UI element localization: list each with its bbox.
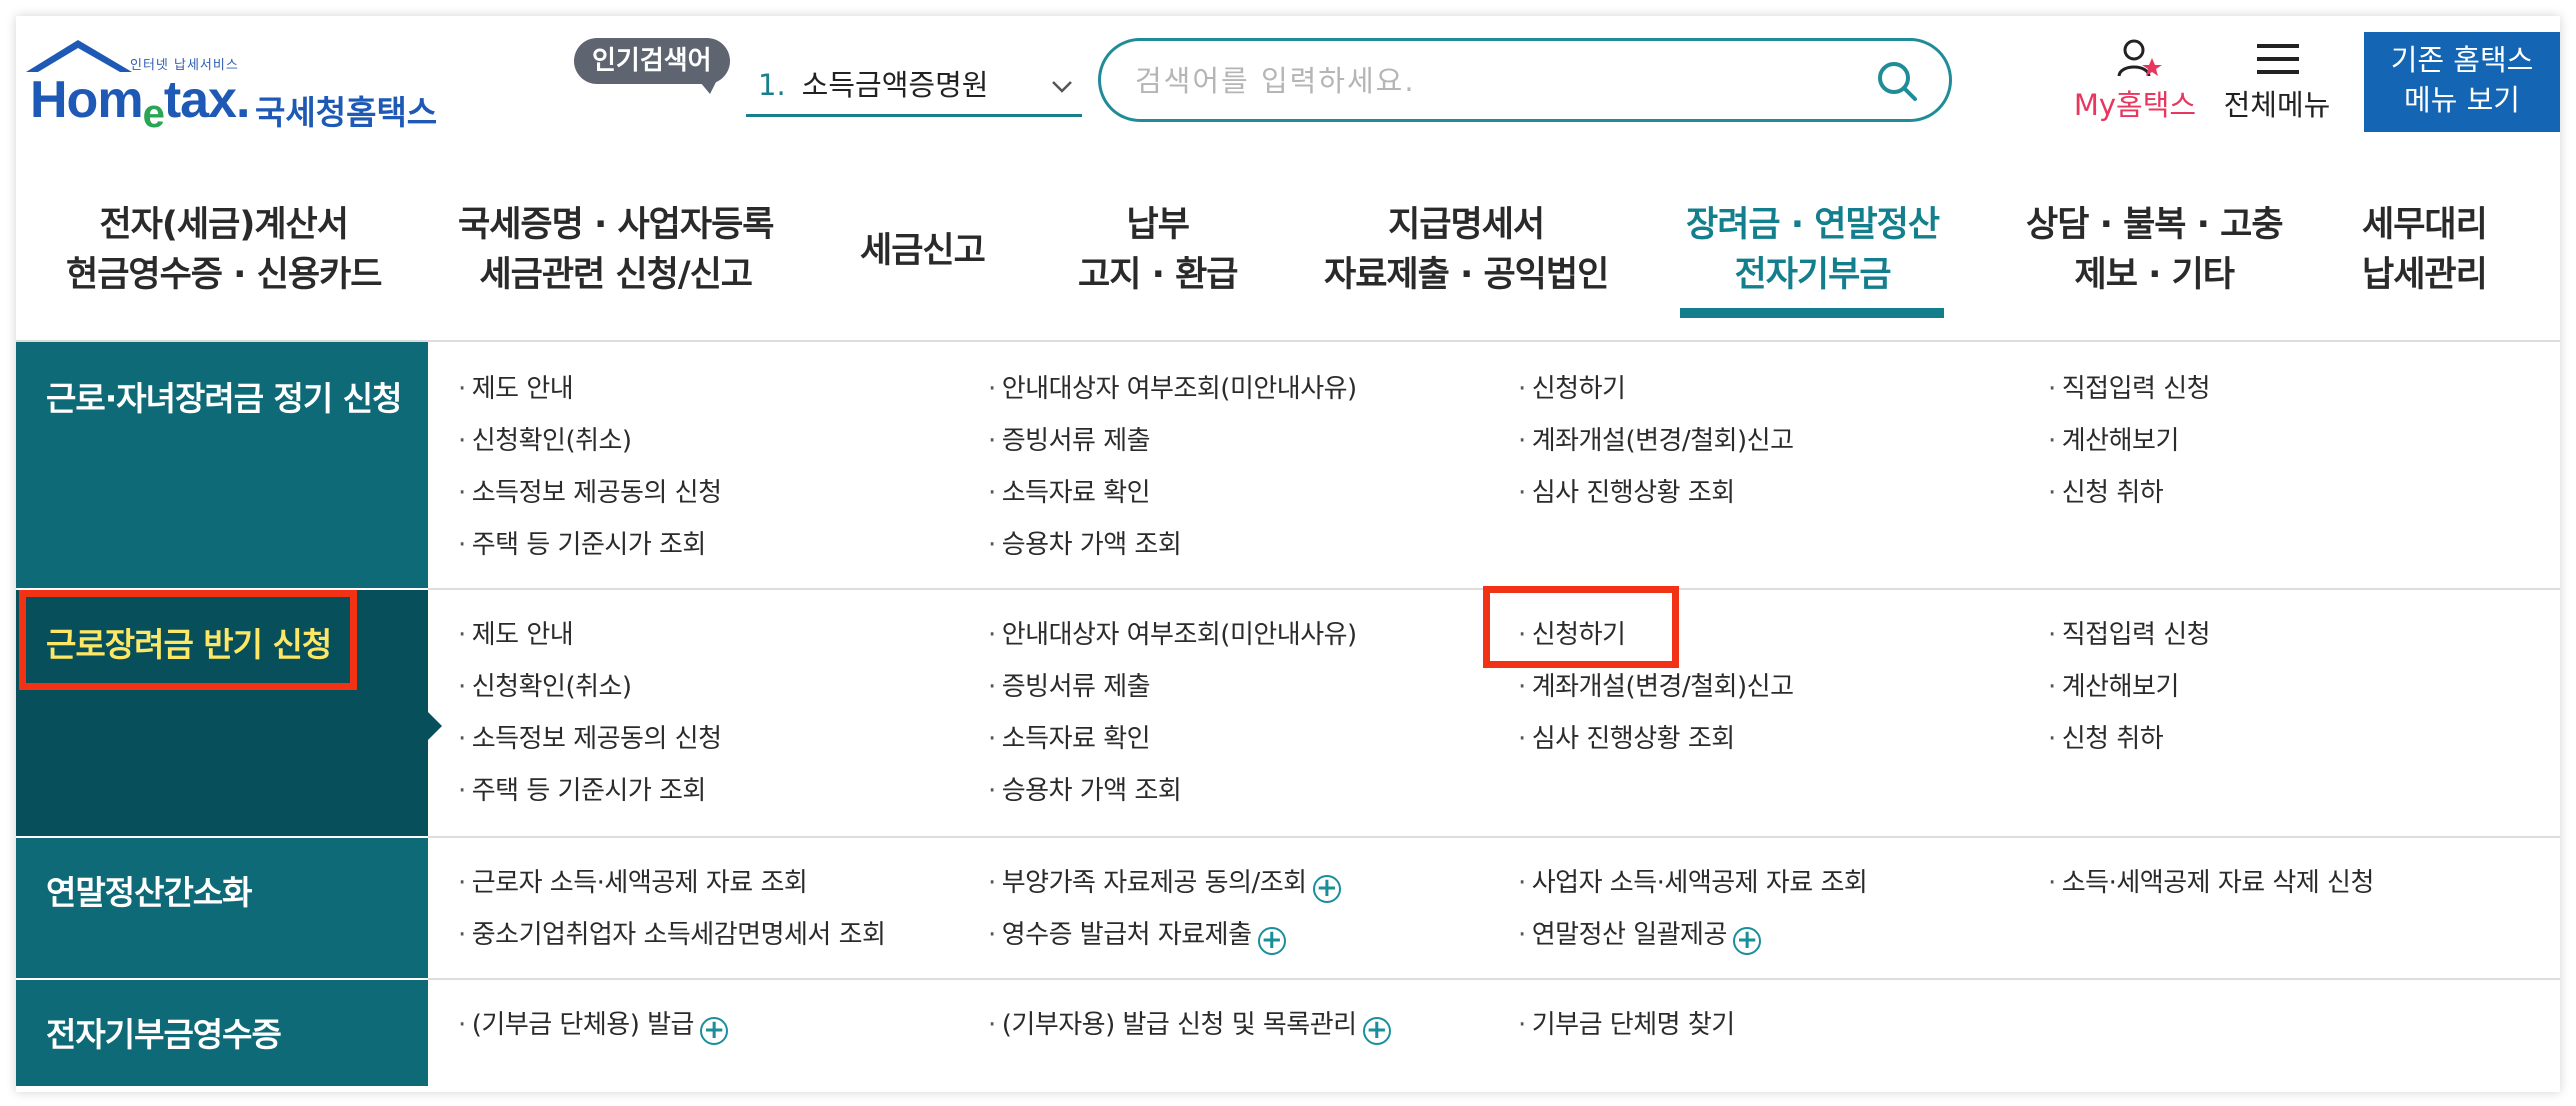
link-system-guide[interactable]: 제도 안내 xyxy=(458,614,574,651)
gnb-label-line2: 납세관리 xyxy=(2362,255,2488,295)
link-apply[interactable]: 신청하기 xyxy=(1518,368,1626,405)
link-eligibility-check[interactable]: 안내대상자 여부조회(미안내사유) xyxy=(988,368,1357,405)
logo-brand-korean: 국세청홈택스 xyxy=(255,93,438,132)
gnb-label-line1: 전자(세금)계산서 xyxy=(99,205,349,245)
gnb-incentive-year-end[interactable]: 장려금 · 연말정산 전자기부금 xyxy=(1686,200,1940,300)
popular-search-rank: 1. xyxy=(758,68,786,102)
gnb-label-line1: 국세증명 · 사업자등록 xyxy=(458,205,774,245)
link-calculate[interactable]: 계산해보기 xyxy=(2048,666,2180,703)
hometax-logo[interactable]: 인터넷 납세서비스 Hometax. 국세청홈택스 xyxy=(20,22,450,136)
category-year-end-simplified[interactable]: 연말정산간소화 xyxy=(16,838,428,978)
gnb-label-line2: 현금영수증 · 신용카드 xyxy=(66,255,382,295)
old-menu-label-line2: 메뉴 보기 xyxy=(2404,83,2520,117)
link-receipt-issuer-submit[interactable]: 영수증 발급처 자료제출+ xyxy=(988,914,1286,955)
row-divider xyxy=(428,588,2560,590)
link-direct-input-apply[interactable]: 직접입력 신청 xyxy=(2048,368,2211,405)
gnb-payment-statement[interactable]: 지급명세서 자료제출 · 공익법인 xyxy=(1324,200,1609,300)
popular-search-badge: 인기검색어 xyxy=(574,38,730,94)
search-icon[interactable] xyxy=(1875,59,1919,103)
plus-circle-icon[interactable]: + xyxy=(1362,1017,1391,1045)
link-apply-confirm-cancel[interactable]: 신청확인(취소) xyxy=(458,666,632,703)
gnb-active-indicator xyxy=(1680,308,1944,318)
category-half-year-incentive[interactable]: 근로장려금 반기 신청 xyxy=(16,590,428,836)
link-eligibility-check[interactable]: 안내대상자 여부조회(미안내사유) xyxy=(988,614,1357,651)
gnb-label-line2: 전자기부금 xyxy=(1734,255,1892,295)
link-withdraw[interactable]: 신청 취하 xyxy=(2048,472,2164,509)
plus-circle-icon[interactable]: + xyxy=(1312,875,1341,903)
link-apply-confirm-cancel[interactable]: 신청확인(취소) xyxy=(458,420,632,457)
all-menu-button[interactable]: 전체메뉴 xyxy=(2212,34,2342,124)
gnb-label-line2: 자료제출 · 공익법인 xyxy=(1324,255,1609,295)
popular-search-term: 소득금액증명원 xyxy=(801,68,989,102)
link-income-consent[interactable]: 소득정보 제공동의 신청 xyxy=(458,472,722,509)
link-delete-deduction-data[interactable]: 소득·세액공제 자료 삭제 신청 xyxy=(2048,862,2375,899)
gnb-label-line1: 세금신고 xyxy=(860,231,986,271)
link-review-status[interactable]: 심사 진행상황 조회 xyxy=(1518,718,1735,755)
row-divider xyxy=(428,836,2560,838)
link-apply[interactable]: 신청하기 xyxy=(1518,614,1626,651)
link-account-report[interactable]: 계좌개설(변경/철회)신고 xyxy=(1518,420,1794,457)
my-hometax-label: My홈택스 xyxy=(2073,88,2197,122)
gnb-consultation[interactable]: 상담 · 불복 · 고충 제보 · 기타 xyxy=(2026,200,2284,300)
plus-circle-icon[interactable]: + xyxy=(699,1017,728,1045)
main-navigation: 전자(세금)계산서 현금영수증 · 신용카드 국세증명 · 사업자등록 세금관련… xyxy=(16,170,2560,342)
gnb-label-line1: 납부 xyxy=(1126,205,1190,245)
link-withdraw[interactable]: 신청 취하 xyxy=(2048,718,2164,755)
gnb-e-tax-invoice[interactable]: 전자(세금)계산서 현금영수증 · 신용카드 xyxy=(66,200,382,300)
gnb-label-line1: 상담 · 불복 · 고충 xyxy=(2026,205,2284,245)
row-divider xyxy=(428,978,2560,980)
link-income-data-check[interactable]: 소득자료 확인 xyxy=(988,472,1151,509)
link-calculate[interactable]: 계산해보기 xyxy=(2048,420,2180,457)
gnb-label-line2: 세금관련 신청/신고 xyxy=(479,255,753,295)
link-direct-input-apply[interactable]: 직접입력 신청 xyxy=(2048,614,2211,651)
link-business-deduction-data[interactable]: 사업자 소득·세액공제 자료 조회 xyxy=(1518,862,1868,899)
logo-brand: Hometax. xyxy=(30,71,250,136)
category-label: 근로장려금 반기 신청 xyxy=(46,625,332,664)
plus-circle-icon[interactable]: + xyxy=(1257,927,1286,955)
link-housing-price[interactable]: 주택 등 기준시가 조회 xyxy=(458,524,707,561)
gnb-tax-agent[interactable]: 세무대리 납세관리 xyxy=(2362,200,2488,300)
gnb-label-line1: 세무대리 xyxy=(2362,205,2488,245)
link-worker-deduction-data[interactable]: 근로자 소득·세액공제 자료 조회 xyxy=(458,862,808,899)
search-input[interactable] xyxy=(1133,55,1837,107)
gnb-tax-certificate[interactable]: 국세증명 · 사업자등록 세금관련 신청/신고 xyxy=(458,200,774,300)
link-income-consent[interactable]: 소득정보 제공동의 신청 xyxy=(458,718,722,755)
gnb-label-line1: 장려금 · 연말정산 xyxy=(1686,205,1940,245)
gnb-label-line1: 지급명세서 xyxy=(1388,205,1545,245)
search-box xyxy=(1098,38,1952,122)
gnb-tax-filing[interactable]: 세금신고 xyxy=(860,226,986,276)
link-bulk-provide[interactable]: 연말정산 일괄제공+ xyxy=(1518,914,1761,955)
link-donation-org-issue[interactable]: (기부금 단체용) 발급+ xyxy=(458,1004,728,1045)
gnb-payment[interactable]: 납부 고지 · 환급 xyxy=(1078,200,1238,300)
link-account-report[interactable]: 계좌개설(변경/철회)신고 xyxy=(1518,666,1794,703)
link-submit-documents[interactable]: 증빙서류 제출 xyxy=(988,666,1151,703)
plus-circle-icon[interactable]: + xyxy=(1732,927,1761,955)
user-star-icon xyxy=(2117,39,2162,77)
old-menu-label-line1: 기존 홈택스 xyxy=(2390,43,2534,77)
category-regular-incentive[interactable]: 근로·자녀장려금 정기 신청 xyxy=(16,342,428,588)
link-donor-issue-manage[interactable]: (기부자용) 발급 신청 및 목록관리+ xyxy=(988,1004,1391,1045)
link-system-guide[interactable]: 제도 안내 xyxy=(458,368,574,405)
link-income-data-check[interactable]: 소득자료 확인 xyxy=(988,718,1151,755)
gnb-label-line2: 제보 · 기타 xyxy=(2074,255,2235,295)
hamburger-icon xyxy=(2257,44,2299,74)
link-housing-price[interactable]: 주택 등 기준시가 조회 xyxy=(458,770,707,807)
gnb-label-line2: 고지 · 환급 xyxy=(1078,255,1238,295)
old-hometax-menu-button[interactable]: 기존 홈택스 메뉴 보기 xyxy=(2364,32,2560,132)
link-submit-documents[interactable]: 증빙서류 제출 xyxy=(988,420,1151,457)
link-find-donation-org[interactable]: 기부금 단체명 찾기 xyxy=(1518,1004,1735,1041)
link-dependent-consent[interactable]: 부양가족 자료제공 동의/조회+ xyxy=(988,862,1341,903)
link-sme-tax-reduction[interactable]: 중소기업취업자 소득세감면명세서 조회 xyxy=(458,914,886,951)
link-car-value[interactable]: 승용차 가액 조회 xyxy=(988,770,1182,807)
popular-search-select[interactable]: 1. 소득금액증명원 xyxy=(746,60,1082,117)
all-menu-label: 전체메뉴 xyxy=(2223,88,2331,122)
category-e-donation-receipt[interactable]: 전자기부금영수증 xyxy=(16,980,428,1086)
link-car-value[interactable]: 승용차 가액 조회 xyxy=(988,524,1182,561)
chevron-down-icon[interactable] xyxy=(1048,72,1076,100)
active-category-arrow xyxy=(428,712,442,740)
my-hometax-button[interactable]: My홈택스 xyxy=(2040,34,2230,124)
mega-menu-panel: 근로·자녀장려금 정기 신청 제도 안내 안내대상자 여부조회(미안내사유) 신… xyxy=(16,342,2560,1088)
link-review-status[interactable]: 심사 진행상황 조회 xyxy=(1518,472,1735,509)
